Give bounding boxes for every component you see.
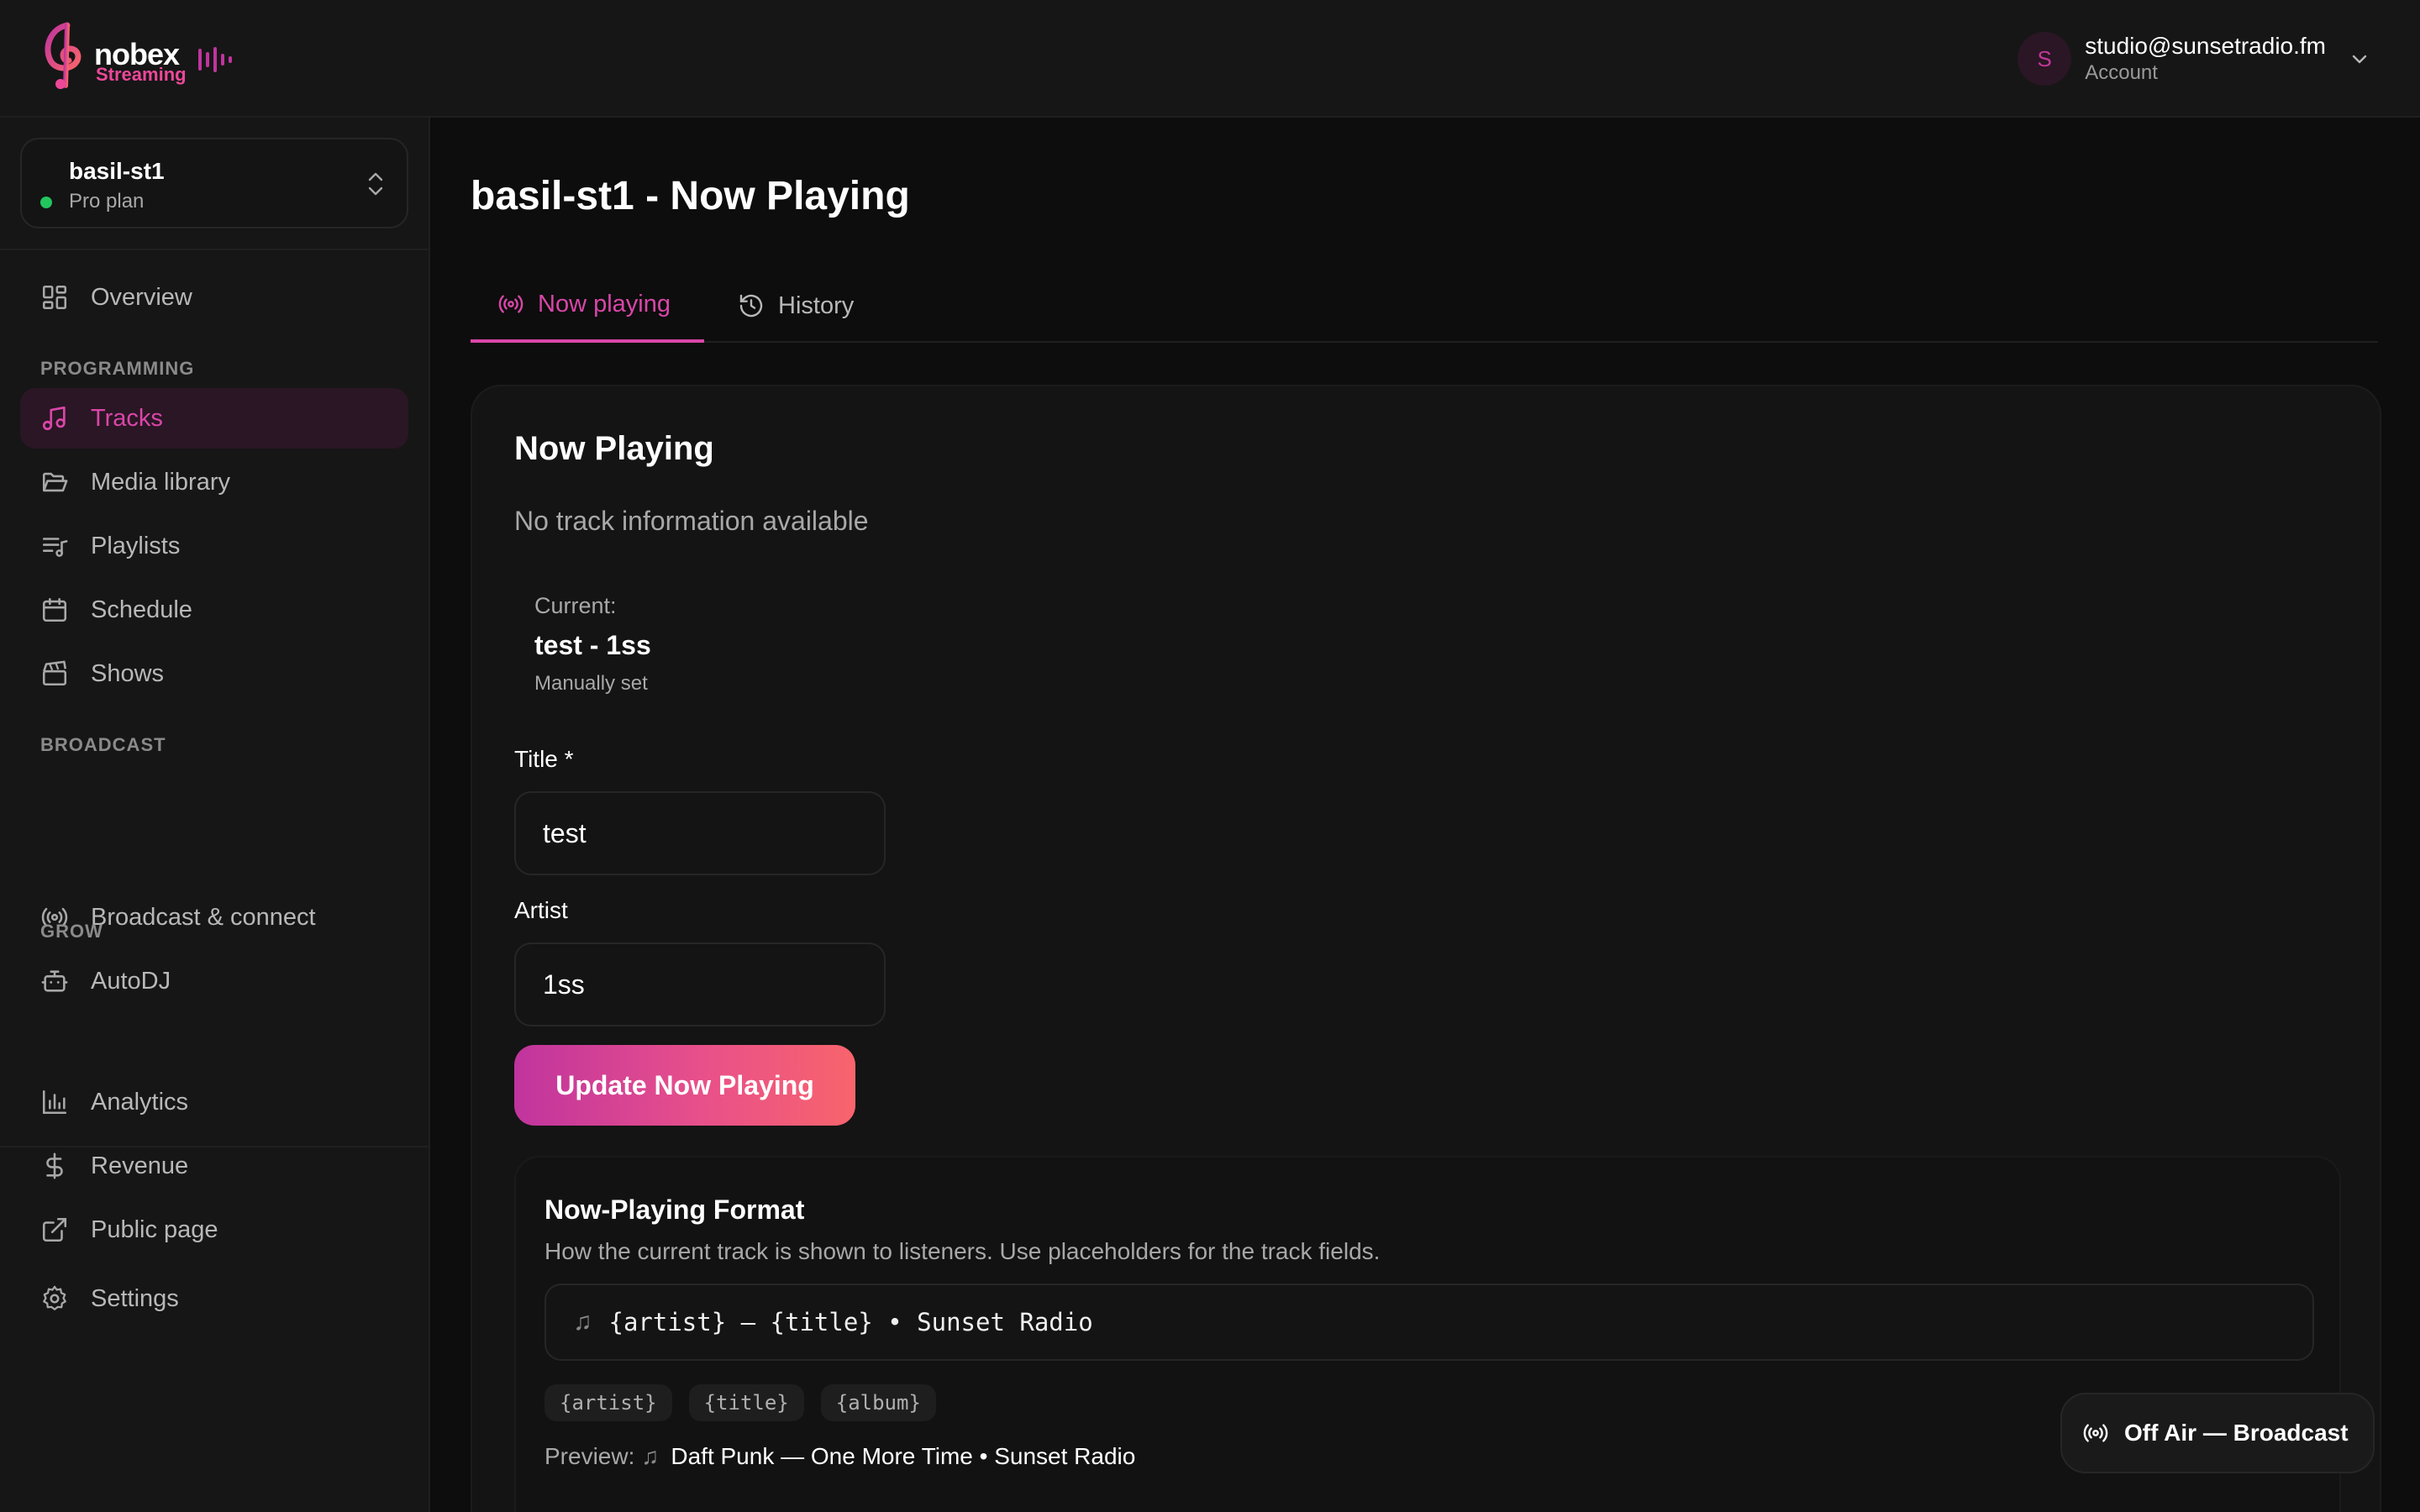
title-input[interactable]: [514, 791, 886, 875]
sidebar-divider: [0, 1146, 429, 1147]
artist-input[interactable]: [514, 942, 886, 1026]
brand-logo[interactable]: nobex Streaming: [39, 22, 240, 97]
sidebar-item-schedule[interactable]: Schedule: [20, 580, 408, 640]
playlist-icon: [42, 538, 68, 557]
avatar: S: [2018, 32, 2072, 86]
page-title: basil-st1 - Now Playing: [471, 174, 910, 218]
title-field-label: Title *: [514, 746, 574, 772]
section-label-programming: PROGRAMMING: [40, 358, 195, 379]
sidebar-item-media-library[interactable]: Media library: [20, 452, 408, 512]
current-label: Current:: [534, 593, 617, 618]
format-title: Now-Playing Format: [544, 1194, 805, 1225]
tab-label: Now playing: [538, 290, 671, 318]
sidebar-item-label: Playlists: [91, 532, 181, 559]
account-info: studio@sunsetradio.fm Account: [2085, 33, 2326, 85]
artist-field-label: Artist: [514, 897, 568, 923]
format-preview: Preview: ♫ Daft Punk — One More Time • S…: [544, 1443, 1135, 1470]
tab-now-playing[interactable]: Now playing: [471, 269, 704, 343]
tab-label: History: [778, 291, 855, 319]
treble-clef-logo-icon: [45, 22, 82, 89]
dollar-icon: [46, 1152, 63, 1179]
chevron-up-down-icon[interactable]: [366, 170, 385, 198]
sidebar-item-settings[interactable]: Settings: [20, 1268, 408, 1329]
robot-icon: [41, 970, 68, 992]
tab-bar: Now playing History: [471, 269, 2378, 343]
sidebar-item-revenue[interactable]: Revenue: [20, 1136, 408, 1196]
broadcast-status-button[interactable]: Off Air — Broadcast: [2060, 1393, 2375, 1473]
placeholder-chip-title[interactable]: {title}: [688, 1384, 804, 1421]
sidebar-item-label: Media library: [91, 468, 230, 496]
chevron-down-icon[interactable]: [2349, 49, 2370, 69]
card-subtitle: No track information available: [514, 506, 869, 536]
sidebar-item-label: Tracks: [91, 404, 163, 432]
sidebar-item-autodj[interactable]: AutoDJ: [20, 951, 408, 1011]
sidebar-item-analytics[interactable]: Analytics: [20, 1072, 408, 1132]
current-note: Manually set: [534, 672, 648, 695]
external-link-icon: [42, 1217, 67, 1242]
history-icon: [739, 294, 763, 318]
sidebar-item-public-page[interactable]: Public page: [20, 1200, 408, 1260]
sidebar-item-label: Overview: [91, 283, 192, 311]
sidebar-item-label: Broadcast & connect: [91, 903, 316, 931]
section-label-broadcast: BROADCAST: [40, 734, 166, 755]
station-switcher[interactable]: basil-st1 Pro plan: [20, 138, 408, 228]
brand-sub: Streaming: [96, 64, 187, 85]
tab-history[interactable]: History: [711, 269, 881, 343]
calendar-icon: [42, 597, 67, 622]
format-description: How the current track is shown to listen…: [544, 1238, 1381, 1264]
sidebar-item-label: AutoDJ: [91, 967, 171, 995]
current-value: test - 1ss: [534, 630, 651, 660]
sidebar-item-label: Schedule: [91, 596, 192, 623]
sidebar: basil-st1 Pro plan Overview PROGRAMMING …: [0, 118, 430, 1512]
placeholder-chip-artist[interactable]: {artist}: [544, 1384, 672, 1421]
music-note-icon: ♫: [573, 1308, 592, 1336]
sidebar-item-label: Analytics: [91, 1088, 189, 1116]
sidebar-item-label: Settings: [91, 1284, 179, 1312]
sidebar-item-shows[interactable]: Shows: [20, 643, 408, 704]
preview-label: Preview:: [544, 1443, 635, 1469]
now-playing-card: Now Playing No track information availab…: [471, 385, 2381, 1512]
broadcast-icon: [498, 295, 523, 313]
broadcast-icon: [2083, 1424, 2108, 1442]
music-note-icon: ♫: [641, 1443, 660, 1469]
grid-icon: [42, 285, 67, 310]
sidebar-item-label: Public page: [91, 1215, 218, 1243]
card-title: Now Playing: [514, 430, 714, 467]
bar-chart-icon: [42, 1089, 67, 1115]
update-now-playing-button[interactable]: Update Now Playing: [514, 1045, 855, 1126]
station-plan: Pro plan: [69, 190, 145, 213]
station-name: basil-st1: [69, 158, 165, 184]
sidebar-item-overview[interactable]: Overview: [20, 267, 408, 328]
music-note-icon: [42, 406, 66, 431]
gear-icon: [43, 1285, 66, 1310]
sidebar-item-tracks[interactable]: Tracks: [20, 388, 408, 449]
folder-open-icon: [42, 472, 68, 492]
account-email: studio@sunsetradio.fm: [2085, 33, 2326, 59]
section-label-grow: GROW: [40, 921, 103, 942]
sidebar-item-label: Shows: [91, 659, 165, 687]
account-role: Account: [2085, 61, 2158, 84]
format-template-value: {artist} — {title} • Sunset Radio: [608, 1308, 1093, 1336]
online-status-dot: [40, 197, 52, 208]
clapperboard-icon: [42, 660, 67, 686]
top-bar: nobex Streaming S studio@sunsetradio.fm …: [0, 0, 2420, 118]
sidebar-item-label: Revenue: [91, 1152, 189, 1179]
placeholder-chip-album[interactable]: {album}: [820, 1384, 936, 1421]
sidebar-divider: [0, 249, 429, 250]
placeholder-chips: {artist} {title} {album}: [544, 1384, 953, 1421]
broadcast-status-label: Off Air — Broadcast: [2124, 1420, 2349, 1446]
account-menu[interactable]: S studio@sunsetradio.fm Account: [2018, 29, 2370, 89]
sidebar-item-playlists[interactable]: Playlists: [20, 516, 408, 576]
equalizer-bars-icon: [198, 47, 232, 72]
preview-value: Daft Punk — One More Time • Sunset Radio: [671, 1443, 1136, 1469]
current-track-info: Current: test - 1ss Manually set: [514, 575, 1018, 701]
format-template-input[interactable]: ♫ {artist} — {title} • Sunset Radio: [544, 1284, 2314, 1361]
